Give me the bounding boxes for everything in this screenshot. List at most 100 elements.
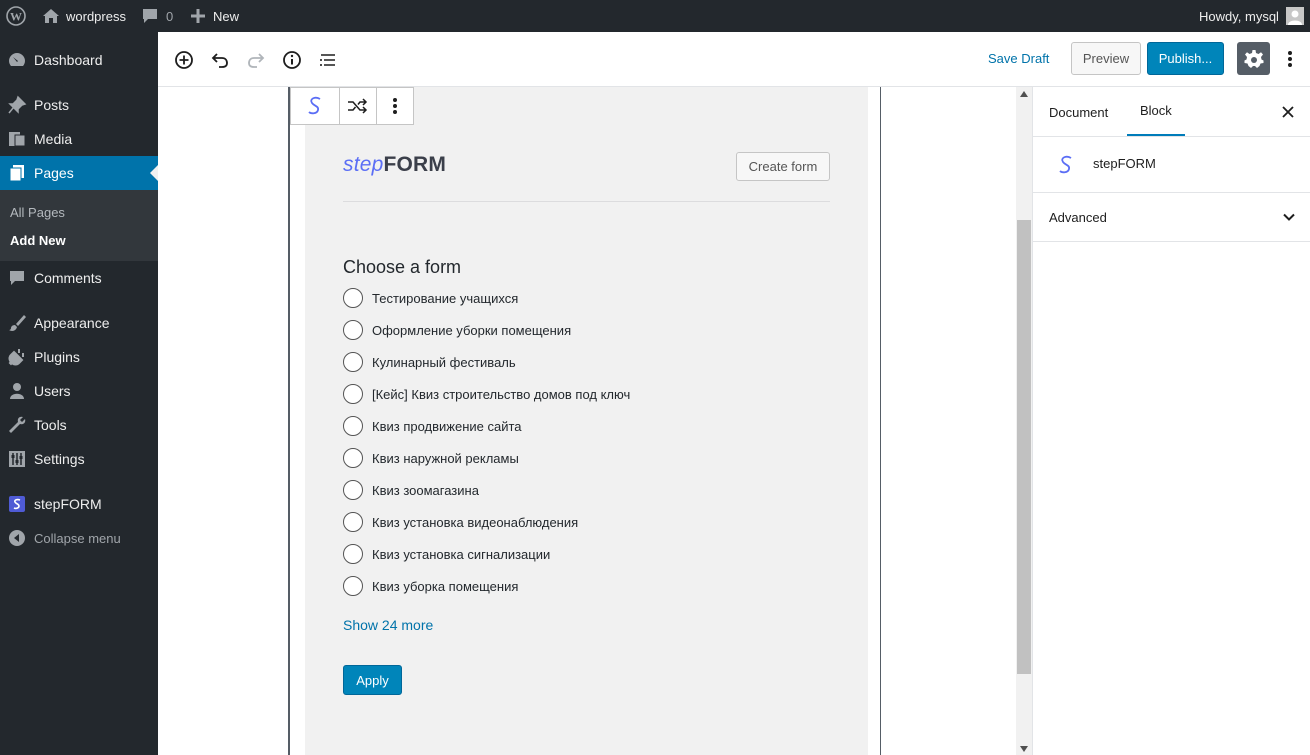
block-card: stepFORM [1033, 137, 1310, 193]
radio-button[interactable] [343, 288, 363, 308]
radio-button[interactable] [343, 320, 363, 340]
shuffle-icon [348, 98, 368, 114]
wordpress-logo-icon[interactable]: W [6, 0, 26, 32]
comments-count: 0 [166, 8, 174, 24]
info-icon [283, 51, 301, 69]
scroll-up-arrow-icon[interactable] [1020, 91, 1028, 97]
scrollbar-thumb[interactable] [1017, 220, 1031, 674]
choose-form-heading: Choose a form [343, 257, 462, 277]
sidebar-item-media[interactable]: Media [0, 122, 158, 156]
block-more-options-button[interactable] [377, 88, 413, 124]
submenu-all-pages[interactable]: All Pages [10, 205, 65, 220]
sidebar-item-dashboard[interactable]: Dashboard [0, 43, 158, 77]
tab-document[interactable]: Document [1049, 87, 1108, 137]
media-icon [7, 129, 27, 149]
block-outline [288, 87, 290, 755]
vertical-ellipsis-icon [1288, 51, 1292, 67]
settings-toggle-button[interactable] [1237, 42, 1270, 75]
form-option[interactable]: Квиз зоомагазина [343, 479, 479, 501]
redo-button[interactable] [245, 49, 267, 71]
content-info-button[interactable] [281, 49, 303, 71]
show-more-link[interactable]: Show 24 more [343, 617, 433, 633]
admin-bar: W wordpress 0 New Howdy, mysql [0, 0, 1310, 32]
sidebar-item-label: Appearance [34, 315, 110, 331]
apply-button[interactable]: Apply [343, 665, 402, 695]
undo-button[interactable] [209, 49, 231, 71]
add-block-button[interactable] [173, 49, 195, 71]
paintbrush-icon [7, 313, 27, 333]
stepform-logo: stepFORM [343, 153, 447, 176]
radio-button[interactable] [343, 544, 363, 564]
radio-button[interactable] [343, 352, 363, 372]
scroll-down-arrow-icon[interactable] [1020, 746, 1028, 752]
close-icon [1282, 106, 1294, 118]
sidebar-item-plugins[interactable]: Plugins [0, 340, 158, 374]
sidebar-item-appearance[interactable]: Appearance [0, 306, 158, 340]
radio-button[interactable] [343, 416, 363, 436]
new-content-link[interactable]: New [191, 0, 239, 32]
advanced-panel-toggle[interactable]: Advanced [1033, 193, 1310, 242]
site-name: wordpress [66, 8, 126, 24]
svg-text:W: W [10, 10, 22, 24]
home-icon [42, 8, 60, 24]
more-options-button[interactable] [1280, 48, 1300, 70]
submenu-add-new[interactable]: Add New [10, 233, 66, 248]
sidebar-item-settings[interactable]: Settings [0, 442, 158, 476]
publish-button[interactable]: Publish... [1147, 42, 1224, 75]
form-option[interactable]: Оформление уборки помещения [343, 319, 571, 341]
radio-button[interactable] [343, 576, 363, 596]
pages-submenu: All Pages Add New [0, 190, 158, 261]
sidebar-item-label: Pages [34, 165, 74, 181]
collapse-menu-button[interactable]: Collapse menu [0, 521, 158, 555]
stepform-icon [7, 494, 27, 514]
sidebar-item-tools[interactable]: Tools [0, 408, 158, 442]
stepform-icon [1059, 155, 1072, 174]
form-option[interactable]: Квиз наружной рекламы [343, 447, 519, 469]
avatar [1285, 7, 1304, 25]
my-account-link[interactable]: Howdy, mysql [1199, 0, 1304, 32]
stepform-block[interactable]: stepFORM Create form Choose a form Тести… [305, 87, 868, 755]
block-toolbar [290, 87, 414, 125]
radio-button[interactable] [343, 480, 363, 500]
sidebar-item-users[interactable]: Users [0, 374, 158, 408]
sidebar-item-stepform[interactable]: stepFORM [0, 487, 158, 521]
save-draft-button[interactable]: Save Draft [988, 51, 1049, 66]
new-label: New [213, 8, 240, 24]
form-option[interactable]: Тестирование учащихся [343, 287, 518, 309]
block-type-button[interactable] [291, 88, 340, 124]
radio-button[interactable] [343, 512, 363, 532]
comment-bubble-icon [142, 8, 158, 24]
close-settings-button[interactable] [1279, 103, 1297, 121]
sidebar-item-comments[interactable]: Comments [0, 261, 158, 295]
sidebar-item-posts[interactable]: Posts [0, 88, 158, 122]
create-form-button[interactable]: Create form [736, 152, 830, 181]
sidebar-item-label: stepFORM [34, 496, 102, 512]
stepform-icon [308, 96, 321, 115]
form-option[interactable]: Квиз установка сигнализации [343, 543, 550, 565]
form-option[interactable]: Кулинарный фестиваль [343, 351, 516, 373]
comments-link[interactable]: 0 [142, 0, 173, 32]
form-option[interactable]: Квиз продвижение сайта [343, 415, 522, 437]
block-navigation-button[interactable] [317, 49, 339, 71]
sidebar-item-label: Users [34, 383, 71, 399]
sidebar-item-label: Tools [34, 417, 67, 433]
sidebar-item-label: Media [34, 131, 73, 147]
sidebar-item-label: Dashboard [34, 52, 103, 68]
sidebar-item-label: Collapse menu [34, 530, 121, 546]
sidebar-item-pages[interactable]: Pages [0, 156, 158, 190]
shuffle-button[interactable] [340, 88, 377, 124]
list-icon [320, 54, 335, 66]
tab-block[interactable]: Block [1127, 87, 1185, 137]
radio-button[interactable] [343, 384, 363, 404]
canvas-scrollbar[interactable] [1016, 87, 1032, 755]
radio-button[interactable] [343, 448, 363, 468]
form-option[interactable]: Квиз уборка помещения [343, 575, 518, 597]
greeting: Howdy, mysql [1199, 8, 1279, 24]
plus-circle-icon [175, 51, 193, 69]
block-outline [880, 87, 881, 755]
form-option[interactable]: Квиз установка видеонаблюдения [343, 511, 578, 533]
site-home-link[interactable]: wordpress [42, 0, 126, 32]
dashboard-icon [7, 50, 27, 70]
preview-button[interactable]: Preview [1071, 42, 1141, 75]
form-option[interactable]: [Кейс] Квиз строительство домов под ключ [343, 383, 630, 405]
